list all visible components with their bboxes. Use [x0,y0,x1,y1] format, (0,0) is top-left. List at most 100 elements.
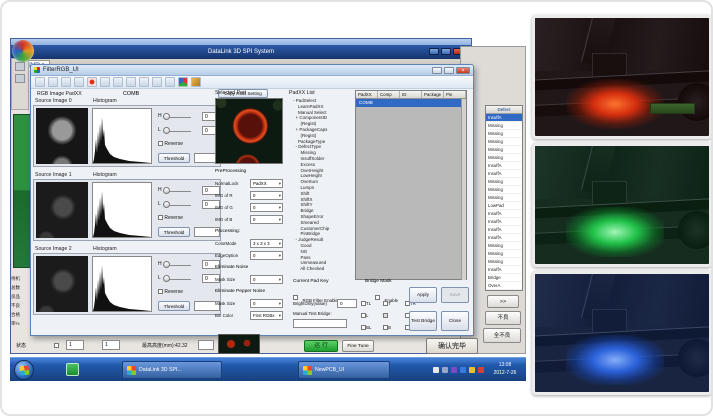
img-g-select[interactable]: 0 [250,203,283,212]
defect-row[interactable]: InsuffA [486,170,522,178]
defect-row[interactable]: InsuffA [486,210,522,218]
pad-table-column[interactable]: PadXX [356,91,378,98]
confirm-complete-button[interactable]: 确认完毕 [426,338,478,354]
defect-list[interactable]: Defect InsuffAMissingMissingMissingMissi… [485,105,523,291]
colormode-select[interactable]: 3 x 3 x 3 [250,239,283,248]
status-checkbox[interactable] [54,343,59,348]
defect-row[interactable]: InsuffA [486,218,522,226]
defect-row[interactable]: Missing [486,122,522,130]
tray-icon[interactable] [460,367,466,373]
mask-size2-select[interactable]: 0 [250,299,283,308]
status-value-2[interactable]: 1 [102,340,120,350]
taskbar-app-newpcb[interactable]: NewPCB_UI [298,361,390,379]
dialog-close-button[interactable]: × [456,67,470,74]
dialog-minimize-button[interactable] [432,67,442,74]
defect-row[interactable]: Bridge [486,274,522,282]
start-button[interactable] [14,360,34,380]
defect-row[interactable]: Missing [486,146,522,154]
all-ng-button[interactable]: 全不良 [483,328,521,343]
tray-icon[interactable] [469,367,475,373]
rgb-filter-checkbox[interactable] [293,295,298,300]
taskbar-app-datalink[interactable]: DataLink 3D SPI... [122,361,222,379]
h-slider-thumb[interactable] [163,113,170,120]
toolbar-icon[interactable] [74,77,84,87]
normallock-select[interactable]: PadXX [250,179,283,188]
defect-row[interactable]: InsuffA [486,226,522,234]
toolbar-icon[interactable] [61,77,71,87]
defect-row[interactable]: InsuffA [486,234,522,242]
quick-launch-icon[interactable] [66,363,79,376]
fine-tune-button[interactable]: Fine Tune [342,340,374,352]
dialog-titlebar[interactable]: FilterRGB_UI × [31,65,473,76]
defect-row[interactable]: Missing [486,154,522,162]
defect-row[interactable]: Missing [486,242,522,250]
taskbar-clock[interactable]: 13:08 2012-7-26 [486,361,524,377]
pad-table-selected-row[interactable]: COMB [356,99,466,107]
toolbar-icon[interactable] [87,77,97,87]
maximize-button[interactable] [441,48,451,55]
reverse-checkbox[interactable] [158,215,163,220]
close-action-button[interactable]: Close [441,311,469,331]
l-slider-thumb[interactable] [163,275,170,282]
toolbar-icon[interactable] [35,77,45,87]
more-button[interactable]: >> [487,295,519,308]
defect-row[interactable]: InsuffA [486,266,522,274]
toolbar-icon[interactable] [165,77,175,87]
defect-row[interactable]: Missing [486,178,522,186]
toolbar-icon[interactable] [48,77,58,87]
save-button[interactable]: Save [441,287,469,303]
defect-row[interactable]: InsuffA [486,162,522,170]
bin-color-select[interactable]: First RGBx [250,311,283,320]
pad-table-column[interactable]: ID [400,91,422,98]
defect-row[interactable]: Missing [486,138,522,146]
reverse-checkbox[interactable] [158,141,163,146]
pad-table-column[interactable]: Package [422,91,444,98]
run-button[interactable]: 运 行 [304,340,338,352]
pad-table-column[interactable]: Comp [378,91,400,98]
l-slider-thumb[interactable] [163,127,170,134]
dialog-maximize-button[interactable] [444,67,454,74]
defect-row[interactable]: Missing [486,186,522,194]
minimize-button[interactable] [429,48,439,55]
toolbar-icon[interactable] [178,77,188,87]
tray-icon[interactable] [478,367,484,373]
tree-item[interactable]: All Checked [293,266,351,272]
bridge-enable-checkbox[interactable] [375,295,380,300]
toolbar-icon[interactable] [191,77,201,87]
threshold-button[interactable]: Threshold [158,153,190,163]
tray-icon[interactable] [433,367,439,373]
defect-row[interactable]: Missing [486,194,522,202]
toolbar-icon[interactable] [139,77,149,87]
status-value-1[interactable]: 1 [66,340,84,350]
height-input[interactable] [198,340,214,350]
defect-row[interactable]: Missing [486,250,522,258]
tray-icon[interactable] [451,367,457,373]
apply-button[interactable]: Apply [409,287,437,303]
bright-only-input[interactable]: 0 [337,299,357,308]
defect-row[interactable]: InsuffA [486,114,522,122]
defect-row[interactable]: LowPad [486,202,522,210]
pad-table-column[interactable]: Pin [444,91,466,98]
edgeoption-select[interactable]: 0 [250,251,283,260]
toolbar-icon[interactable] [152,77,162,87]
manual-test-input[interactable] [293,319,347,328]
h-slider-thumb[interactable] [163,187,170,194]
main-titlebar[interactable]: DataLink 3D SPI System [11,45,471,59]
img-r-select[interactable]: 0 [250,191,283,200]
mask-size-select[interactable]: 0 [250,275,283,284]
ng-button[interactable]: 不良 [485,311,521,325]
reverse-checkbox[interactable] [158,289,163,294]
img-b-select[interactable]: 0 [250,215,283,224]
pad-table-scrollbar[interactable] [461,99,466,280]
pad-select-tree[interactable]: - PadSelect LearnPadXX Manual Select + C… [293,98,351,272]
defect-row[interactable]: Missing [486,258,522,266]
toolbar-icon[interactable] [126,77,136,87]
threshold-button[interactable]: Threshold [158,301,190,311]
tray-icon[interactable] [442,367,448,373]
toolbar-icon[interactable] [113,77,123,87]
l-slider-thumb[interactable] [163,201,170,208]
toolbar-icon[interactable] [100,77,110,87]
pad-list-table[interactable]: PadXXCompIDPackagePin COMB [355,90,467,280]
defect-row[interactable]: OverA [486,282,522,290]
threshold-button[interactable]: Threshold [158,227,190,237]
